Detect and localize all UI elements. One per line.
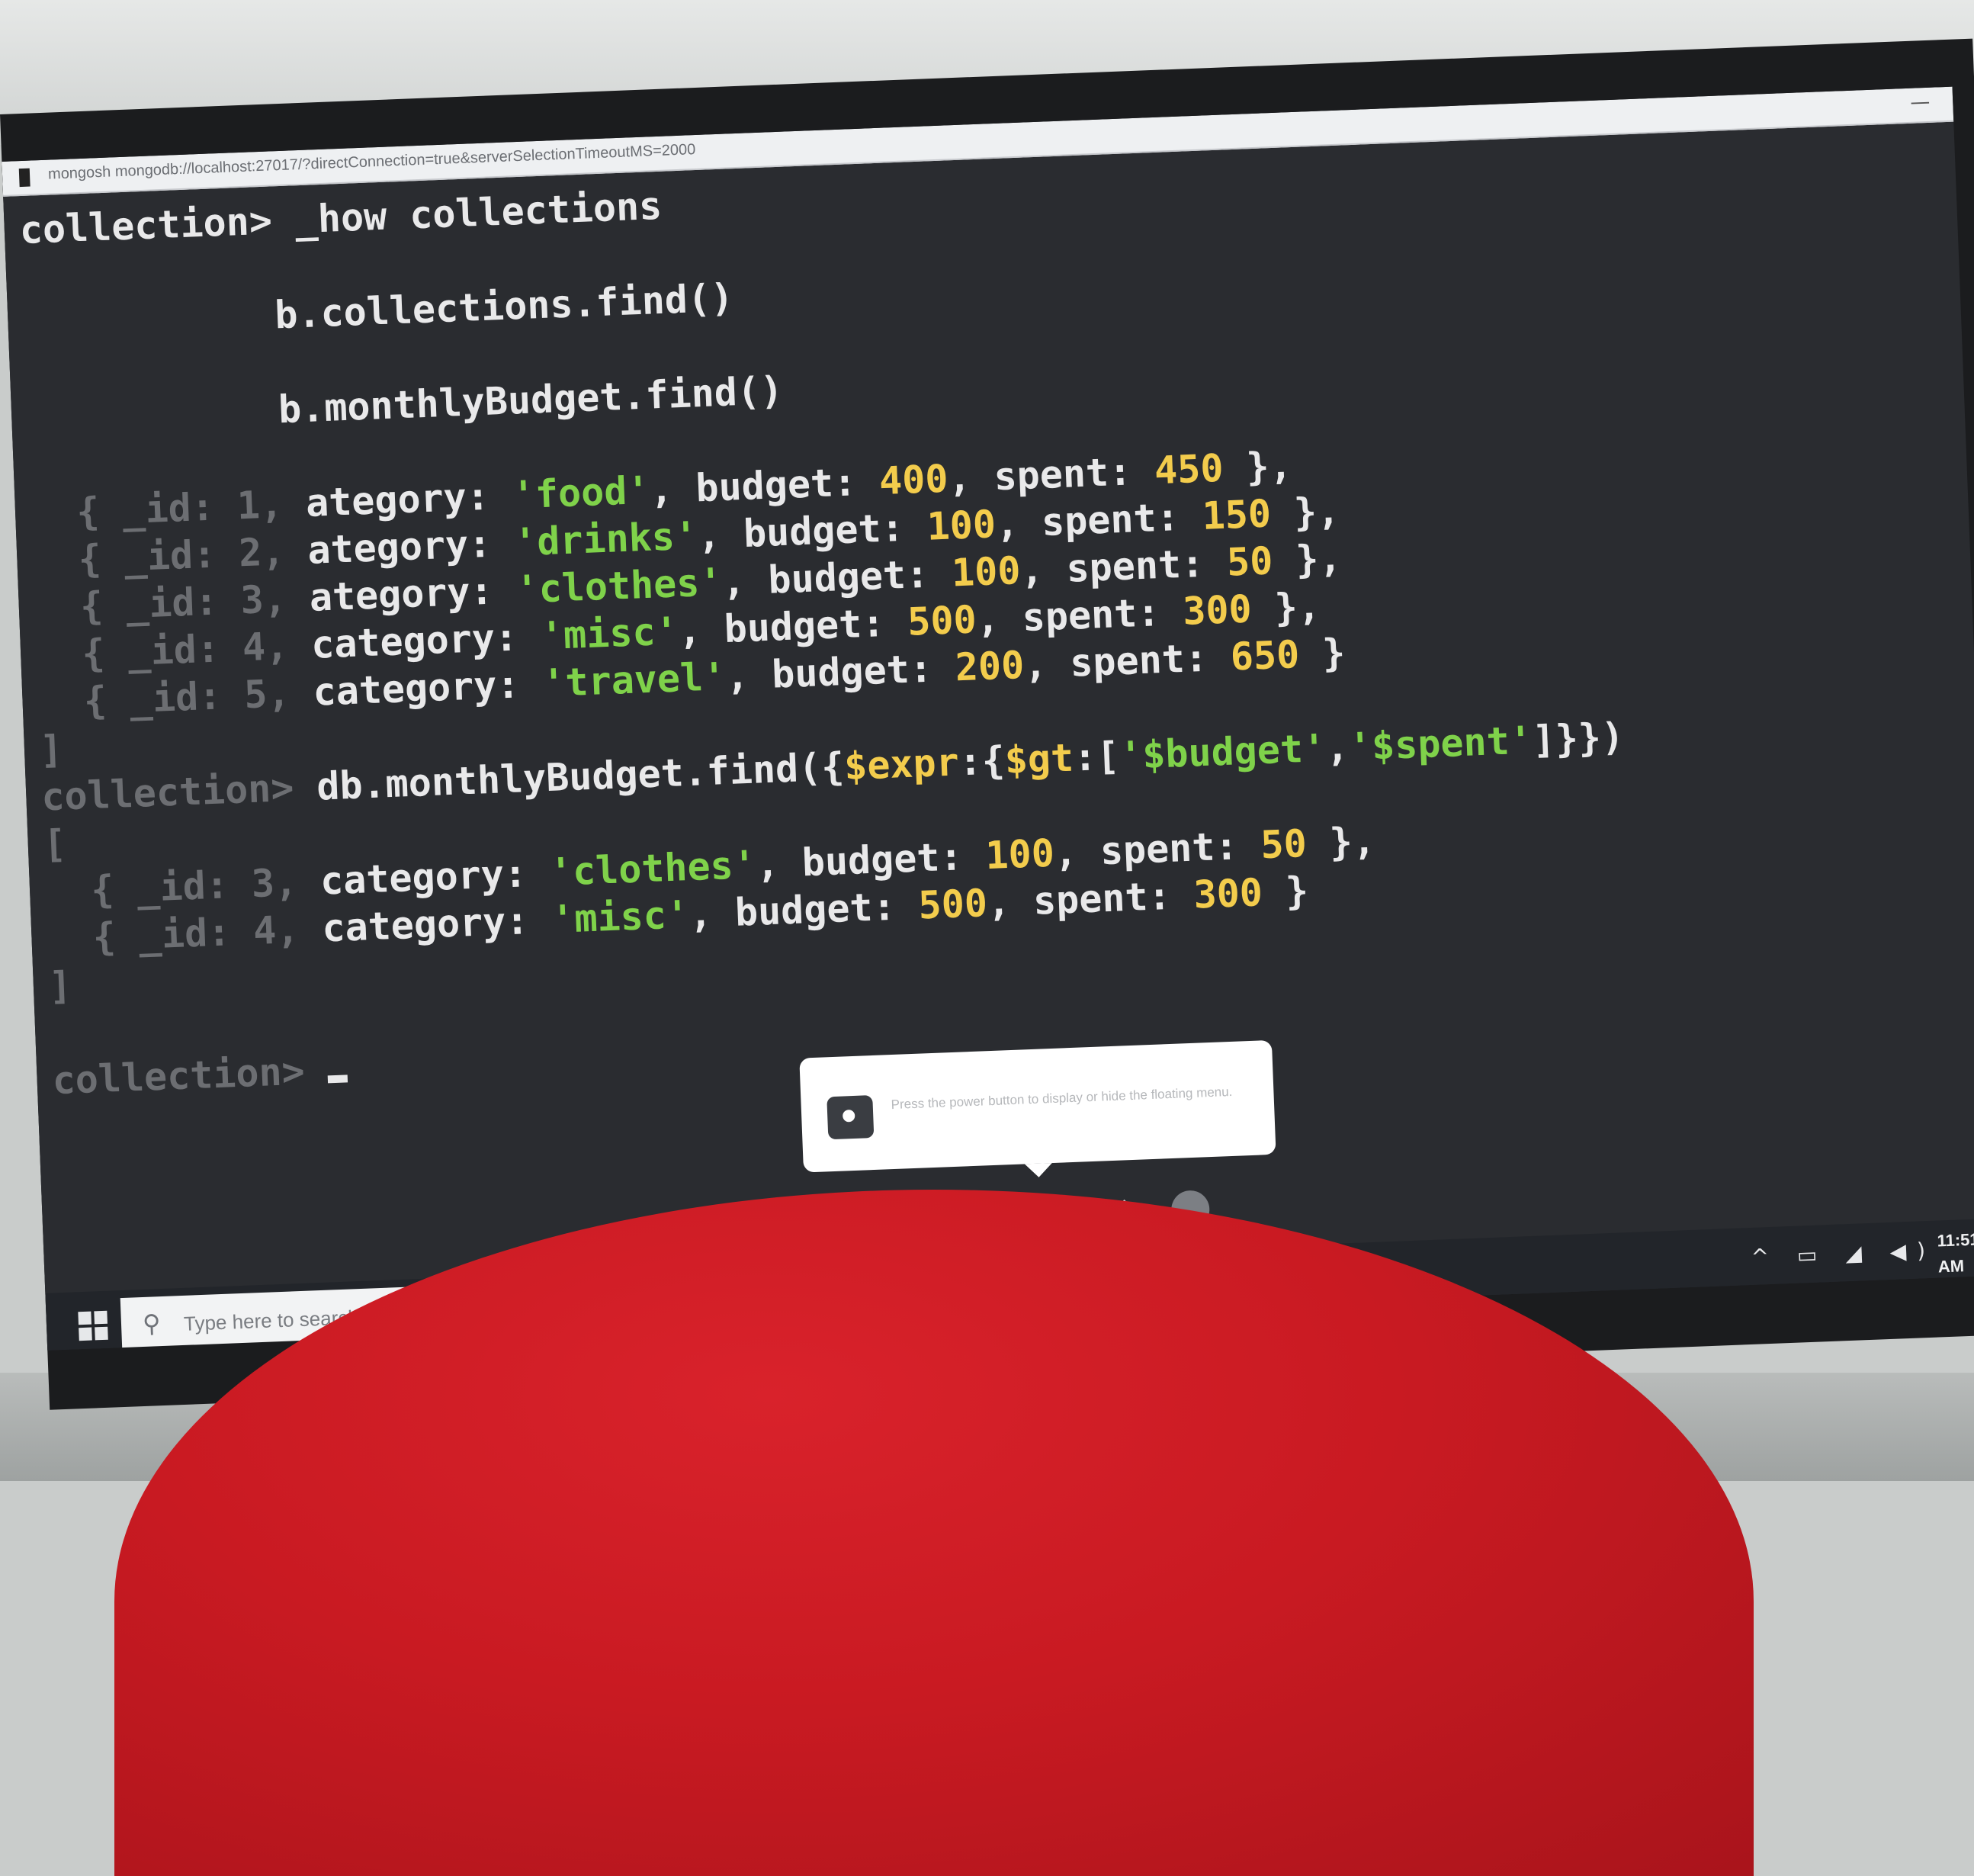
terminal-token: , budget:	[688, 883, 920, 937]
terminal-token: 200	[954, 642, 1026, 690]
terminal-token: }	[1261, 868, 1310, 915]
taskbar-clock[interactable]: 11:51 AM 3/14/2024	[1937, 1226, 1974, 1306]
terminal-token: { _id: 5,	[37, 670, 314, 725]
terminal-token: 500	[907, 597, 977, 644]
terminal-token: ategory:	[307, 520, 515, 573]
terminal-token: 50	[1260, 821, 1308, 868]
terminal-token: },	[1222, 443, 1293, 490]
terminal-token: category:	[310, 614, 542, 667]
terminal-token: },	[1305, 818, 1377, 866]
terminal-token: 650	[1229, 632, 1301, 679]
terminal-token: '$spent'	[1347, 718, 1533, 769]
terminal-token: 'clothes'	[548, 842, 757, 895]
terminal-token: ]}})	[1531, 714, 1626, 763]
terminal-token: ategory:	[304, 473, 513, 525]
terminal-token: ategory:	[308, 567, 517, 620]
terminal-token: { _id: 4,	[46, 906, 323, 962]
terminal-token: },	[1269, 488, 1341, 536]
power-button-icon	[827, 1095, 875, 1140]
terminal-token: 100	[951, 548, 1022, 596]
terminal-token: , spent:	[975, 589, 1184, 642]
terminal-token: category:	[319, 850, 551, 904]
terminal-token: , spent:	[947, 448, 1156, 501]
terminal-token: 150	[1201, 491, 1273, 538]
terminal-token: , spent:	[1019, 540, 1228, 593]
clock-date: 3/14/2024	[1938, 1280, 1974, 1303]
windows-start-icon[interactable]	[78, 1310, 108, 1341]
terminal-token: },	[1272, 535, 1343, 583]
terminal-token: collection>	[18, 198, 296, 253]
terminal-token: ]	[47, 963, 73, 1009]
terminal-token: , spent:	[994, 493, 1203, 547]
terminal-token: 100	[984, 830, 1055, 879]
window-title: mongosh mongodb://localhost:27017/?direc…	[47, 141, 696, 183]
terminal-token: , spent:	[1053, 823, 1262, 875]
terminal-token: :{	[958, 738, 1006, 785]
terminal-token: 300	[1192, 870, 1263, 917]
minimize-button[interactable]: —	[1910, 91, 1931, 114]
terminal-token: category:	[321, 898, 553, 951]
terminal-token: , budget:	[755, 834, 987, 887]
terminal-token: 300	[1182, 586, 1253, 634]
terminal-token: 'drinks'	[513, 513, 698, 565]
terminal-token: , budget:	[724, 645, 957, 699]
clock-time: 11:51 AM	[1937, 1229, 1974, 1277]
terminal-token: 50	[1226, 538, 1274, 585]
terminal-token: '$budget'	[1119, 725, 1327, 779]
terminal-token: 100	[926, 502, 997, 549]
terminal-cursor	[327, 1075, 348, 1084]
terminal-token: 500	[917, 881, 988, 928]
terminal-token: , budget:	[649, 459, 881, 512]
terminal-token: , budget:	[721, 551, 953, 605]
terminal-token: $gt	[1003, 735, 1075, 783]
terminal-token: }	[1298, 630, 1346, 677]
system-tray-icons[interactable]: ^ ▭ ◢ ◀)	[1751, 1238, 1937, 1270]
search-icon: ⚲	[142, 1309, 162, 1338]
terminal-token: 450	[1154, 445, 1225, 493]
terminal-token: 'misc'	[550, 892, 690, 942]
terminal-token: [	[42, 821, 67, 867]
floating-menu-tooltip: Press the power button to display or hid…	[799, 1039, 1276, 1173]
terminal-token: , budget:	[696, 504, 928, 558]
terminal-token: category:	[312, 661, 544, 715]
terminal-token: 'misc'	[539, 609, 679, 659]
terminal-token: collection>	[40, 764, 318, 820]
tooltip-text: Press the power button to display or hid…	[891, 1084, 1233, 1113]
terminal-token: $expr	[843, 740, 960, 789]
terminal-token: 400	[878, 456, 949, 504]
screen: mongosh mongodb://localhost:27017/?direc…	[2, 86, 1974, 1351]
terminal-token: , spent:	[1023, 634, 1231, 687]
terminal-token: 'travel'	[541, 654, 727, 706]
terminal-token: collection>	[51, 1048, 329, 1103]
terminal-token: 'food'	[511, 467, 651, 518]
terminal-token: , spent:	[986, 872, 1195, 926]
terminal-token: ]	[38, 727, 64, 773]
terminal-output[interactable]: collection> _how collections b.collection…	[19, 133, 1962, 1197]
terminal-token: 'clothes'	[515, 560, 724, 612]
terminal-token: ,	[1324, 724, 1350, 770]
terminal-token: :[	[1072, 734, 1121, 780]
terminal-icon	[18, 168, 30, 188]
terminal-token: , budget:	[677, 599, 909, 654]
terminal-token: },	[1250, 584, 1321, 631]
